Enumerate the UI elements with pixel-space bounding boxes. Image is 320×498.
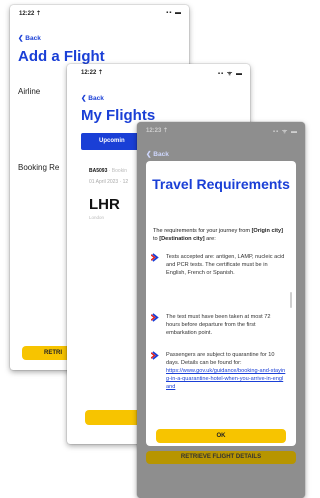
flight-header: BA5093 · Bookin	[89, 168, 127, 174]
back-button[interactable]: ❮ Back	[146, 150, 169, 158]
flight-code: BA5093	[89, 168, 108, 174]
intro-text: The requirements for your journey from	[153, 228, 252, 234]
airport-name: London	[89, 215, 105, 220]
requirement-item: Passengers are subject to quarantine for…	[151, 351, 286, 391]
status-bar: 12:23 ⇡ ▪▪ ᯤ ▬	[137, 122, 305, 136]
back-button[interactable]: ❮ Back	[81, 94, 104, 102]
status-bar: 12:22 ⇡ ▪▪ ▬	[10, 5, 189, 19]
chevron-right-icon	[151, 313, 159, 322]
chevron-right-icon	[151, 253, 159, 262]
back-label: Back	[25, 35, 41, 42]
retrieve-flight-details-button[interactable]: RETRIEVE FLIGHT DETAILS	[146, 451, 296, 464]
travel-requirements-screen: 12:23 ⇡ ▪▪ ᯤ ▬ ❮ Back Travel Requirement…	[137, 122, 305, 498]
airport-code[interactable]: LHR	[89, 196, 120, 213]
back-label: Back	[153, 151, 169, 158]
requirement-item: Tests accepted are: antigen, LAMP, nucle…	[151, 253, 286, 277]
status-icons: ▪▪ ᯤ ▬	[217, 71, 243, 77]
back-button[interactable]: ❮ Back	[18, 34, 41, 42]
intro-text: are:	[204, 236, 216, 242]
status-time: 12:23 ⇡	[146, 128, 169, 134]
requirement-text: Passengers are subject to quarantine for…	[166, 351, 286, 391]
modal-intro: The requirements for your journey from […	[153, 227, 288, 243]
flight-date: 01 April 2023 · 12	[89, 179, 129, 185]
requirement-text: The test must have been taken at most 72…	[166, 314, 271, 336]
origin-city: [Origin city]	[251, 228, 283, 234]
airline-label: Airline	[18, 87, 41, 96]
status-time: 12:22 ⇡	[81, 70, 104, 76]
booking-reference-label: Booking Re	[18, 163, 60, 172]
ok-button[interactable]: OK	[156, 429, 286, 443]
status-bar: 12:22 ⇡ ▪▪ ᯤ ▬	[67, 64, 250, 78]
chevron-right-icon	[151, 351, 159, 360]
status-icons: ▪▪ ᯤ ▬	[272, 129, 298, 135]
requirement-text: Tests accepted are: antigen, LAMP, nucle…	[166, 254, 285, 276]
requirement-item: The test must have been taken at most 72…	[151, 313, 286, 337]
back-label: Back	[88, 95, 104, 102]
status-time: 12:22 ⇡	[19, 11, 42, 17]
destination-city: [Destination city]	[159, 236, 205, 242]
flight-suffix: · Bookin	[108, 168, 128, 174]
page-title: Add a Flight	[18, 48, 105, 65]
quarantine-link[interactable]: https://www.gov.uk/guidance/booking-and-…	[166, 367, 286, 391]
requirement-text: Passengers are subject to quarantine for…	[166, 352, 275, 366]
tab-upcoming[interactable]: Upcomin	[99, 138, 125, 144]
modal-title: Travel Requirements	[152, 176, 290, 192]
status-icons: ▪▪ ▬	[166, 10, 182, 16]
travel-requirements-modal: Travel Requirements The requirements for…	[146, 161, 296, 446]
scrollbar[interactable]	[290, 292, 292, 308]
